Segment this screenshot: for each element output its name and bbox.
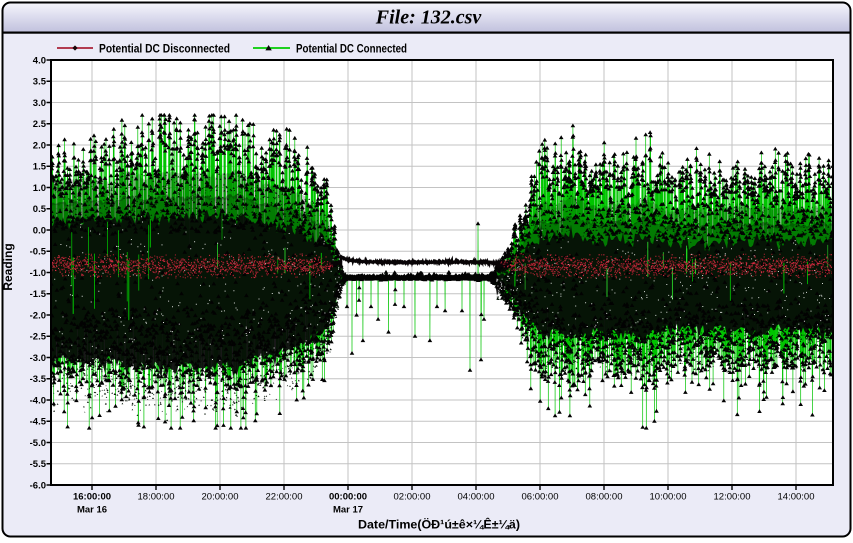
svg-text:2.0: 2.0 (33, 140, 46, 151)
svg-text:File: 132.csv: File: 132.csv (375, 7, 483, 29)
svg-text:2.5: 2.5 (33, 119, 47, 130)
svg-text:02:00:00: 02:00:00 (394, 492, 431, 503)
svg-text:-6.0: -6.0 (30, 480, 46, 491)
svg-text:Reading: Reading (1, 243, 15, 290)
svg-text:-4.5: -4.5 (30, 417, 47, 428)
svg-text:3.5: 3.5 (33, 77, 47, 88)
svg-text:Date/Time(ÖÐ¹ú±ê×¼Ê±¼ä): Date/Time(ÖÐ¹ú±ê×¼Ê±¼ä) (358, 517, 520, 532)
svg-text:00:00:00: 00:00:00 (329, 492, 367, 503)
svg-text:12:00:00: 12:00:00 (714, 492, 751, 503)
svg-text:-2.0: -2.0 (30, 310, 46, 321)
svg-text:4.0: 4.0 (33, 55, 46, 66)
svg-text:Potential DC Connected: Potential DC Connected (296, 44, 407, 56)
svg-text:-3.5: -3.5 (30, 374, 47, 385)
svg-text:16:00:00: 16:00:00 (73, 492, 111, 503)
svg-text:-4.0: -4.0 (30, 395, 46, 406)
svg-text:-1.0: -1.0 (30, 268, 46, 279)
svg-text:14:00:00: 14:00:00 (778, 492, 815, 503)
svg-text:1.0: 1.0 (33, 183, 46, 194)
svg-text:-5.5: -5.5 (30, 459, 47, 470)
svg-text:-0.5: -0.5 (30, 247, 47, 258)
svg-text:Mar 17: Mar 17 (333, 505, 363, 516)
svg-text:22:00:00: 22:00:00 (266, 492, 303, 503)
svg-text:3.0: 3.0 (33, 98, 46, 109)
svg-text:0.5: 0.5 (33, 204, 47, 215)
svg-text:06:00:00: 06:00:00 (522, 492, 559, 503)
svg-text:0.0: 0.0 (33, 225, 46, 236)
svg-text:-5.0: -5.0 (30, 438, 46, 449)
svg-text:Potential DC Disconnected: Potential DC Disconnected (99, 44, 230, 56)
svg-text:Mar 16: Mar 16 (77, 505, 107, 516)
svg-text:-1.5: -1.5 (30, 289, 47, 300)
svg-text:08:00:00: 08:00:00 (586, 492, 623, 503)
svg-text:20:00:00: 20:00:00 (202, 492, 239, 503)
svg-text:18:00:00: 18:00:00 (138, 492, 175, 503)
svg-text:10:00:00: 10:00:00 (650, 492, 687, 503)
svg-text:04:00:00: 04:00:00 (458, 492, 495, 503)
svg-text:-2.5: -2.5 (30, 332, 47, 343)
svg-text:-3.0: -3.0 (30, 353, 46, 364)
svg-text:1.5: 1.5 (33, 162, 47, 173)
